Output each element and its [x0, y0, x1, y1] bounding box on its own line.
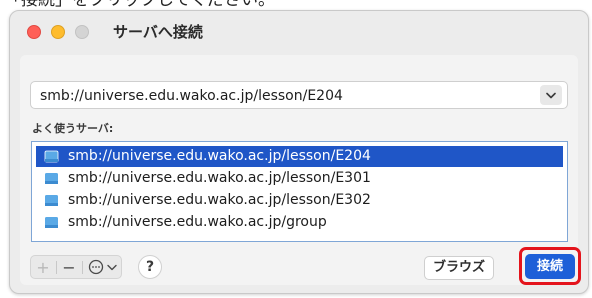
favorite-server-label: smb://universe.edu.wako.ac.jp/group — [68, 214, 327, 230]
screen: 「接続」をクリックしてください。 サーバへ接続 よく使うサーバ: — [0, 0, 592, 298]
server-history-dropdown[interactable] — [540, 85, 562, 105]
connect-button[interactable]: 接続 — [525, 254, 575, 279]
title-bar: サーバへ接続 — [10, 11, 588, 53]
favorite-server-item[interactable]: smb://universe.edu.wako.ac.jp/lesson/E30… — [36, 190, 563, 211]
chevron-down-icon — [106, 264, 117, 270]
help-button[interactable]: ? — [138, 255, 162, 279]
favorite-servers-list: smb://universe.edu.wako.ac.jp/lesson/E20… — [31, 141, 568, 242]
dialog-content: よく使うサーバ: smb://universe.edu.wako.ac.jp/l… — [20, 55, 581, 285]
favorite-server-label: smb://universe.edu.wako.ac.jp/lesson/E20… — [68, 148, 371, 164]
instruction-text: 「接続」をクリックしてください。 — [4, 0, 275, 10]
connect-to-server-window: サーバへ接続 よく使うサーバ: smb://universe — [9, 10, 589, 294]
server-share-icon — [44, 150, 59, 163]
bottom-bar: + − ? ブラウズ 接続 — [30, 247, 581, 285]
server-address-field[interactable] — [30, 81, 568, 109]
close-button[interactable] — [27, 25, 41, 39]
favorite-server-item[interactable]: smb://universe.edu.wako.ac.jp/lesson/E20… — [36, 146, 563, 167]
favorite-server-label: smb://universe.edu.wako.ac.jp/lesson/E30… — [68, 170, 371, 186]
window-title: サーバへ接続 — [113, 23, 203, 41]
favorite-servers-label: よく使うサーバ: — [32, 122, 114, 135]
zoom-button[interactable] — [75, 25, 89, 39]
server-address-input[interactable] — [40, 86, 520, 106]
minimize-button[interactable] — [51, 25, 65, 39]
favorite-server-label: smb://universe.edu.wako.ac.jp/lesson/E30… — [68, 192, 371, 208]
browse-button[interactable]: ブラウズ — [424, 256, 494, 280]
favorites-edit-controls: + − — [30, 255, 122, 279]
server-share-icon — [45, 217, 58, 228]
server-share-icon — [45, 195, 58, 206]
more-options-button[interactable] — [83, 256, 121, 278]
ellipsis-circle-icon — [88, 259, 103, 275]
chevron-down-icon — [546, 92, 556, 98]
server-share-icon — [45, 173, 58, 184]
add-favorite-button[interactable]: + — [31, 256, 55, 278]
favorite-server-item[interactable]: smb://universe.edu.wako.ac.jp/group — [36, 212, 563, 233]
remove-favorite-button[interactable]: − — [57, 256, 81, 278]
favorite-server-item[interactable]: smb://universe.edu.wako.ac.jp/lesson/E30… — [36, 168, 563, 189]
